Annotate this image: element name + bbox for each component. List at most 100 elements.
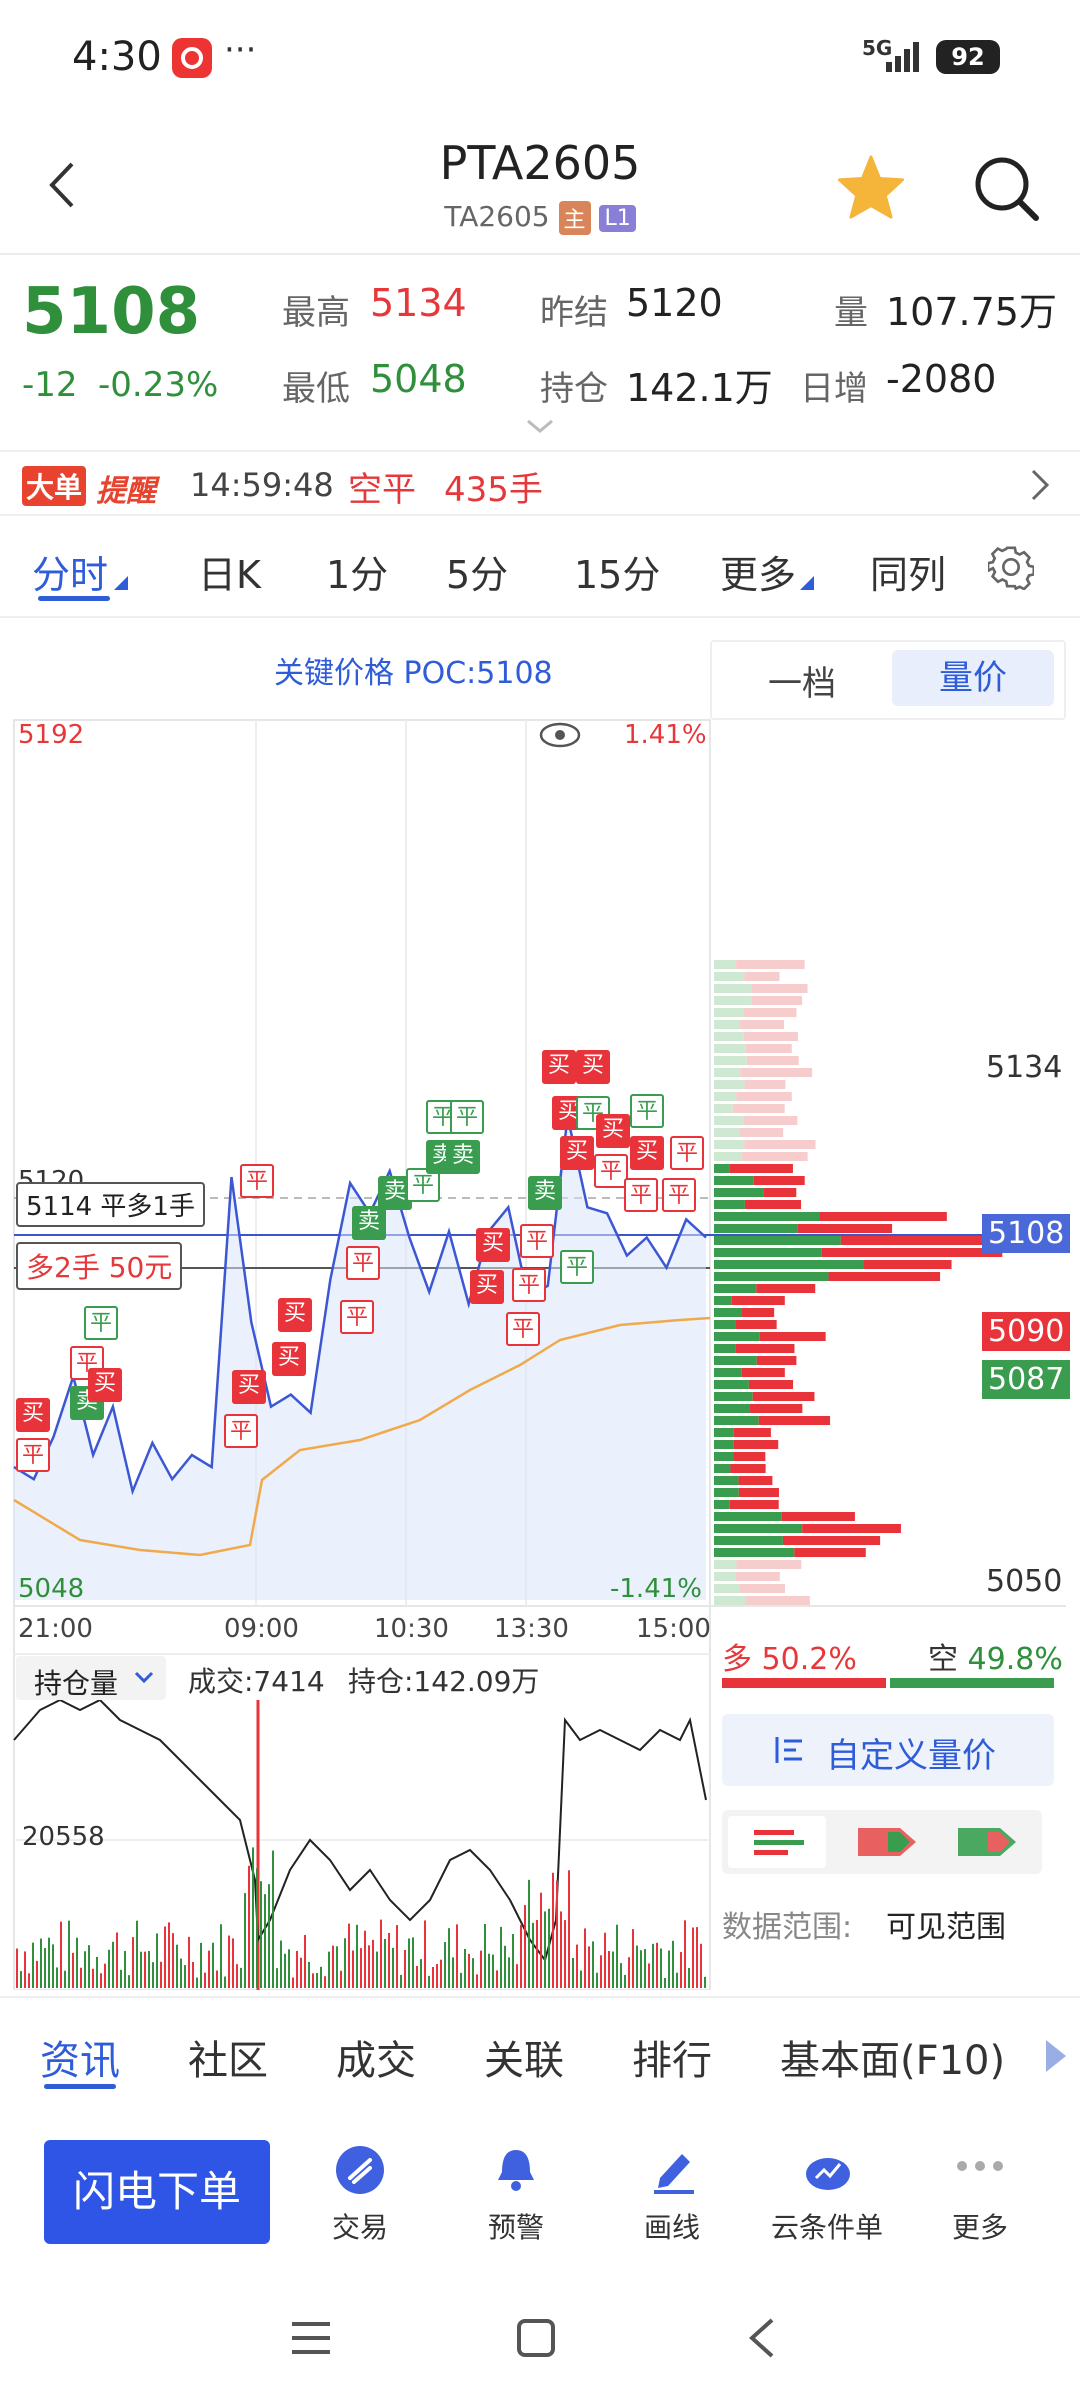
- volume-bar: [616, 1924, 618, 1988]
- volume-bar: [40, 1938, 42, 1988]
- volume-bar: [644, 1949, 646, 1988]
- profile-bar-green: [714, 1416, 759, 1425]
- menu-icon[interactable]: [290, 2318, 332, 2358]
- indicator-selector-label: 持仓量: [34, 1667, 119, 1700]
- profile-bar-red: [742, 1152, 808, 1161]
- settings-gear-icon[interactable]: [986, 544, 1036, 591]
- profile-bar-green: [714, 1500, 730, 1509]
- volume-bar: [148, 1950, 150, 1988]
- volume-bar: [132, 1937, 134, 1988]
- action-trade[interactable]: 交易: [310, 2146, 410, 2256]
- nav-bar: PTA2605 TA2605 主 L1: [0, 120, 1080, 255]
- home-icon[interactable]: [516, 2318, 556, 2358]
- style-option-split-icon[interactable]: [728, 1816, 826, 1868]
- volume-bar: [364, 1930, 366, 1988]
- volume-bar: [432, 1966, 434, 1988]
- profile-bar-green: [714, 1200, 745, 1209]
- volume-bar: [264, 1894, 266, 1988]
- volume-bar: [80, 1967, 82, 1988]
- style-option-green-icon[interactable]: [938, 1816, 1036, 1868]
- profile-bar-red: [863, 1260, 952, 1269]
- chart-area: 关键价格 POC:5108 一档 量价 5192 5048 1.41% -1.4…: [0, 620, 1080, 1990]
- tab-trades[interactable]: 成交: [336, 2028, 416, 2086]
- volume-bar: [224, 1976, 226, 1988]
- profile-bar-red: [738, 1476, 773, 1485]
- tab-community[interactable]: 社区: [188, 2028, 268, 2086]
- profile-bar-green: [714, 1032, 744, 1041]
- volume-bar: [60, 1921, 62, 1988]
- marker-sell: 卖: [528, 1176, 562, 1210]
- marker-close: 平: [624, 1178, 658, 1212]
- big-order-alert[interactable]: 大单 提醒 14:59:48 空平 435手: [0, 450, 1080, 516]
- x-label-1030: 10:30: [374, 1614, 449, 1644]
- profile-bar-green: [714, 984, 752, 993]
- favorite-star-icon[interactable]: [836, 154, 906, 220]
- volume-bar: [388, 1932, 390, 1988]
- action-more[interactable]: 更多: [930, 2146, 1030, 2256]
- volume-bar: [88, 1945, 90, 1988]
- chevron-down-icon: [134, 1670, 154, 1684]
- action-alert[interactable]: 预警: [466, 2146, 566, 2256]
- volume-bar: [456, 1924, 458, 1988]
- search-icon[interactable]: [972, 154, 1042, 224]
- volume-bar: [504, 1945, 506, 1988]
- tab-ranking[interactable]: 排行: [632, 2028, 712, 2086]
- profile-bar-green: [714, 1008, 744, 1017]
- custom-volume-price-button[interactable]: 自定义量价: [722, 1714, 1054, 1786]
- volume-bar: [520, 1924, 522, 1988]
- volume-bar: [340, 1970, 342, 1988]
- range-value[interactable]: 可见范围: [886, 1902, 1006, 1946]
- volume-bar: [212, 1942, 214, 1988]
- tab-more[interactable]: 更多: [720, 544, 796, 599]
- action-cloud-order[interactable]: 云条件单: [762, 2146, 892, 2256]
- volume-bar: [672, 1940, 674, 1988]
- volume-bar: [228, 1935, 230, 1988]
- tab-daily-k[interactable]: 日K: [198, 544, 261, 599]
- volume-profile: [714, 960, 1003, 1605]
- profile-bar-red: [743, 1116, 798, 1125]
- tab-15min[interactable]: 15分: [574, 544, 660, 599]
- volume-bar: [112, 1941, 114, 1988]
- x-label-2100: 21:00: [18, 1614, 93, 1644]
- profile-bar-red: [736, 1560, 802, 1569]
- back-icon[interactable]: [44, 160, 84, 210]
- indicator-selector[interactable]: 持仓量: [16, 1656, 166, 1700]
- volume-bar: [336, 1946, 338, 1988]
- app-notification-icon: [172, 38, 212, 78]
- high-label: 最高: [282, 293, 350, 333]
- volume-bar: [48, 1937, 50, 1988]
- profile-bar-green: [714, 1248, 822, 1257]
- volume-bar: [416, 1965, 418, 1988]
- profile-bar-red: [729, 1164, 793, 1173]
- system-back-icon[interactable]: [746, 2316, 776, 2360]
- flash-order-button[interactable]: 闪电下单: [44, 2140, 270, 2244]
- alert-tag-remind: 提醒: [96, 474, 156, 509]
- x-label-1500: 15:00: [636, 1614, 711, 1644]
- profile-bar-red: [744, 1080, 786, 1089]
- tab-news[interactable]: 资讯: [40, 2028, 120, 2086]
- profile-bar-green: [714, 1476, 739, 1485]
- volume-bar: [184, 1965, 186, 1988]
- tab-timeshare[interactable]: 分时: [32, 544, 108, 599]
- style-option-red-icon[interactable]: [838, 1816, 936, 1868]
- expand-chevron-icon[interactable]: [524, 417, 556, 437]
- profile-bar-green: [714, 1044, 746, 1053]
- eye-icon[interactable]: [538, 720, 582, 750]
- marker-buy: 买: [630, 1136, 664, 1170]
- more-dots-icon: [954, 2156, 1006, 2176]
- tab-1min[interactable]: 1分: [326, 544, 388, 599]
- volume-bar: [424, 1920, 426, 1988]
- tab-5min[interactable]: 5分: [446, 544, 508, 599]
- marker-buy: 买: [542, 1050, 576, 1084]
- tab-related[interactable]: 关联: [484, 2028, 564, 2086]
- marker-close: 平: [340, 1300, 374, 1334]
- volume-bar: [660, 1948, 662, 1988]
- range-label: 数据范围:: [722, 1910, 853, 1945]
- quote-panel: 5108 -12 -0.23% 最高 5134 最低 5048 昨结 5120 …: [0, 257, 1080, 450]
- action-draw[interactable]: 画线: [622, 2146, 722, 2256]
- profile-bar-green: [714, 1092, 737, 1101]
- tab-same-column[interactable]: 同列: [870, 544, 946, 599]
- scroll-right-icon[interactable]: [1044, 2038, 1068, 2074]
- tab-fundamentals[interactable]: 基本面(F10): [780, 2028, 1005, 2086]
- profile-bar-red: [781, 1512, 855, 1521]
